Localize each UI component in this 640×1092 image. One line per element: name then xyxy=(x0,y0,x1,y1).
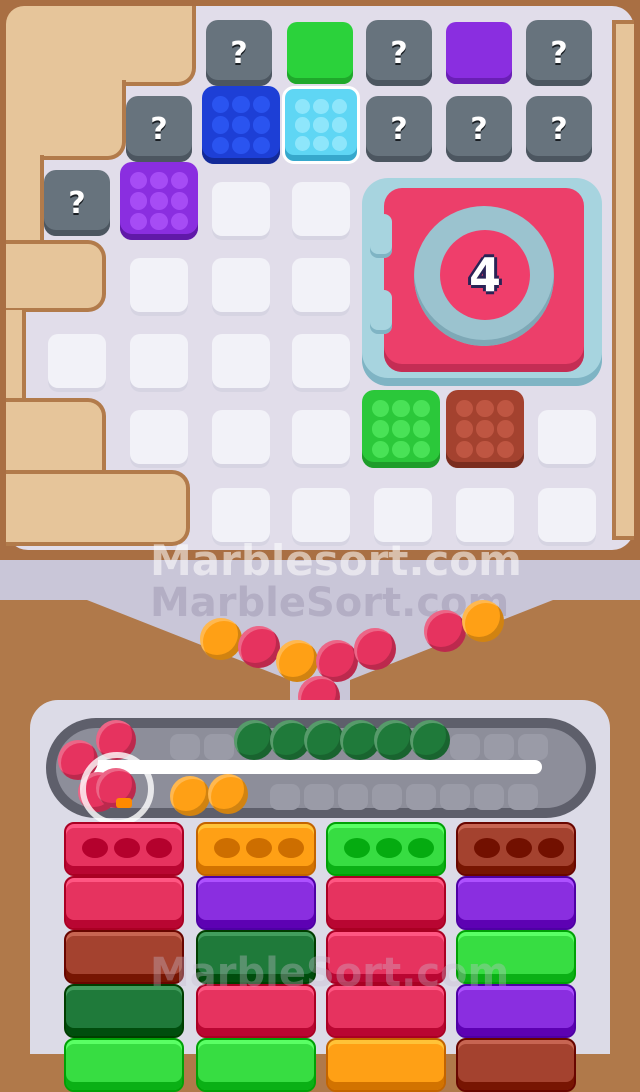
pink-marble xyxy=(424,610,466,652)
column-top-cup[interactable] xyxy=(64,822,184,876)
cup-hole xyxy=(506,838,532,858)
column-top-cup[interactable] xyxy=(326,822,446,876)
pink-marble xyxy=(238,626,280,668)
cup-hole xyxy=(214,838,240,858)
orange-marble xyxy=(462,600,504,642)
conveyor-slot xyxy=(304,784,334,810)
empty-tile xyxy=(292,258,350,316)
empty-tile xyxy=(538,488,596,546)
empty-tile xyxy=(130,258,188,316)
wood-wall xyxy=(6,240,106,312)
unknown-tile[interactable]: ? xyxy=(366,20,432,86)
conveyor-slot xyxy=(372,784,402,810)
column-segment xyxy=(456,876,576,930)
empty-tile xyxy=(292,334,350,392)
unknown-tile[interactable]: ? xyxy=(206,20,272,86)
wood-wall xyxy=(6,6,196,86)
green-block[interactable] xyxy=(287,22,353,84)
empty-tile xyxy=(292,182,350,240)
empty-tile xyxy=(212,182,270,240)
conveyor-slot xyxy=(338,784,368,810)
brown-marble-box[interactable] xyxy=(446,390,524,468)
cup-hole xyxy=(146,838,172,858)
empty-tile xyxy=(538,410,596,468)
column-segment xyxy=(64,1038,184,1092)
orange-marble xyxy=(200,618,242,660)
conveyor-slot xyxy=(474,784,504,810)
conveyor-slot xyxy=(508,784,538,810)
column-top-cup[interactable] xyxy=(196,822,316,876)
cup-hole xyxy=(376,838,402,858)
dark-green-marble xyxy=(304,720,344,760)
column-top-cup[interactable] xyxy=(456,822,576,876)
column-segment xyxy=(64,876,184,930)
conveyor-slot xyxy=(204,734,234,760)
dispenser-marker xyxy=(116,798,132,808)
wood-wall xyxy=(6,398,106,474)
cup-hole xyxy=(344,838,370,858)
cup-hole xyxy=(246,838,272,858)
watermark: MarbleSort.com xyxy=(150,950,510,996)
column-segment xyxy=(196,876,316,930)
lock-hinge xyxy=(370,214,392,258)
lock-counter: 4 xyxy=(468,248,501,302)
column-segment xyxy=(326,1038,446,1092)
conveyor-slot xyxy=(450,734,480,760)
unknown-tile[interactable]: ? xyxy=(366,96,432,162)
empty-tile xyxy=(48,334,106,392)
column-segment xyxy=(456,1038,576,1092)
dispenser-ring[interactable] xyxy=(80,752,154,826)
conveyor-slot xyxy=(170,734,200,760)
unknown-tile[interactable]: ? xyxy=(44,170,110,236)
dark-green-marble xyxy=(234,720,274,760)
purple-block[interactable] xyxy=(446,22,512,84)
cup-hole xyxy=(278,838,304,858)
purple-marble-box[interactable] xyxy=(120,162,198,240)
conveyor-slot xyxy=(406,784,436,810)
unknown-tile[interactable]: ? xyxy=(446,96,512,162)
conveyor-slot xyxy=(518,734,548,760)
orange-marble xyxy=(276,640,318,682)
cyan-marble-box[interactable] xyxy=(282,86,360,164)
empty-tile xyxy=(130,410,188,468)
pink-marble xyxy=(354,628,396,670)
orange-marble xyxy=(208,774,248,814)
dark-green-marble xyxy=(410,720,450,760)
empty-tile xyxy=(212,258,270,316)
cup-hole xyxy=(408,838,434,858)
empty-tile xyxy=(292,410,350,468)
column-segment xyxy=(196,1038,316,1092)
unknown-tile[interactable]: ? xyxy=(526,96,592,162)
wood-wall xyxy=(612,20,634,540)
empty-tile xyxy=(212,334,270,392)
cup-hole xyxy=(114,838,140,858)
wood-wall xyxy=(6,470,190,546)
unknown-tile[interactable]: ? xyxy=(526,20,592,86)
watermark: Marblesort.com xyxy=(150,536,522,585)
green-marble-box[interactable] xyxy=(362,390,440,468)
empty-tile xyxy=(212,410,270,468)
conveyor-slot xyxy=(484,734,514,760)
blue-marble-box[interactable] xyxy=(202,86,280,164)
orange-marble xyxy=(170,776,210,816)
wood-wall xyxy=(6,80,126,160)
conveyor-slot xyxy=(270,784,300,810)
cup-hole xyxy=(474,838,500,858)
wood-wall xyxy=(6,310,26,400)
empty-tile xyxy=(130,334,188,392)
unknown-tile[interactable]: ? xyxy=(126,96,192,162)
conveyor-rail xyxy=(82,760,542,774)
wood-wall xyxy=(6,155,44,240)
dark-green-marble xyxy=(374,720,414,760)
lock-hinge xyxy=(370,290,392,334)
column-segment xyxy=(326,876,446,930)
cup-hole xyxy=(538,838,564,858)
conveyor-slot xyxy=(440,784,470,810)
cup-hole xyxy=(82,838,108,858)
